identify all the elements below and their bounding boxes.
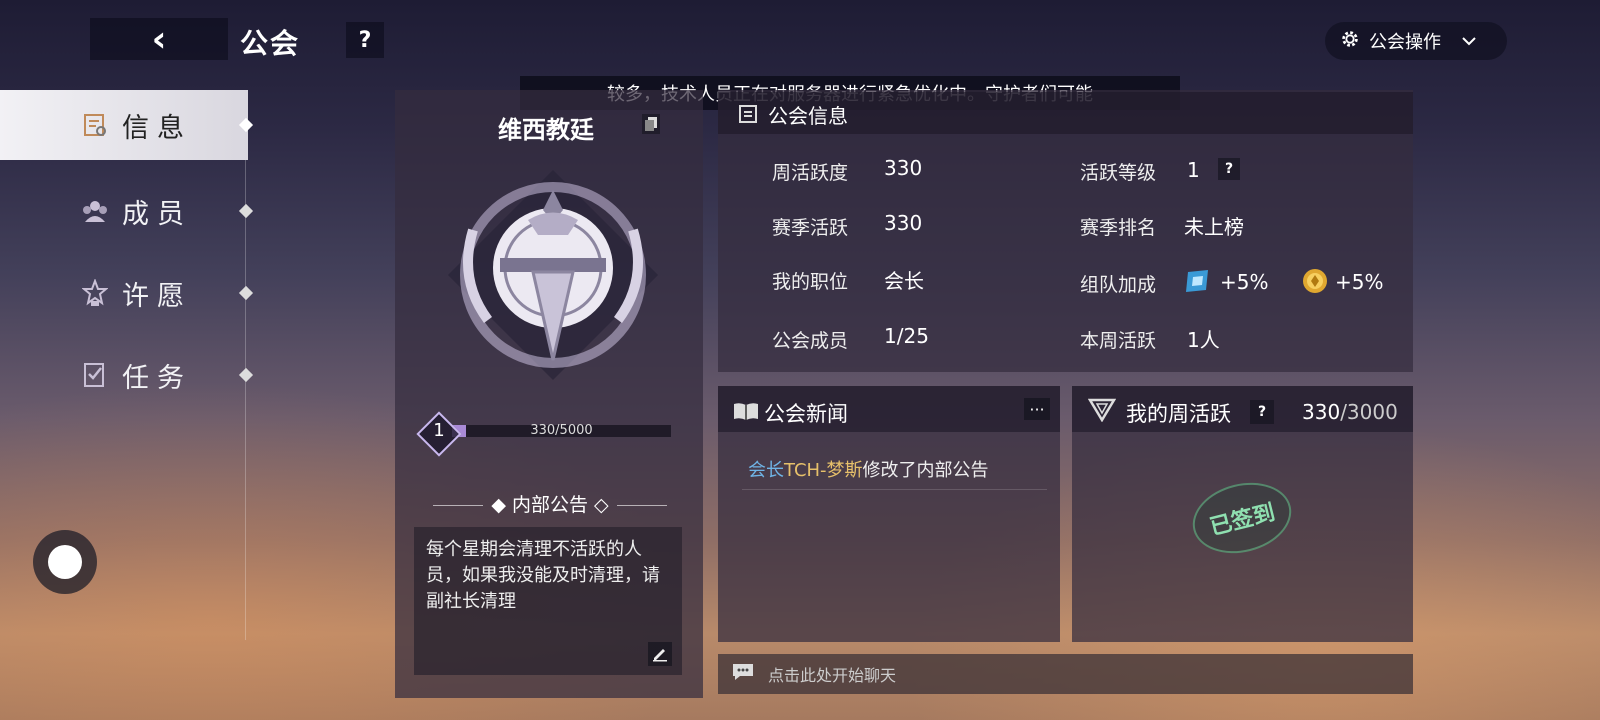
weekly-current: 330 bbox=[1302, 400, 1341, 424]
news-prefix: 会长 bbox=[748, 460, 784, 481]
sidebar-item-label: 信息 bbox=[122, 112, 192, 144]
news-item: 会长TCH-梦斯修改了内部公告 bbox=[748, 456, 989, 482]
chat-placeholder: 点击此处开始聊天 bbox=[768, 666, 897, 685]
chevron-left-icon: ‹ bbox=[151, 18, 167, 60]
news-user[interactable]: TCH-梦斯 bbox=[784, 460, 863, 481]
task-icon bbox=[80, 360, 110, 390]
sidebar-item-task[interactable]: 任务 bbox=[0, 340, 248, 410]
edit-icon[interactable] bbox=[648, 642, 672, 666]
news-more-button[interactable]: ··· bbox=[1024, 398, 1050, 420]
chat-bubble-icon bbox=[732, 663, 754, 685]
wish-icon bbox=[80, 278, 110, 308]
weekly-help-button[interactable]: ? bbox=[1250, 400, 1274, 424]
info-icon bbox=[80, 110, 110, 140]
chevron-down-icon bbox=[1461, 31, 1477, 52]
members-label: 公会成员 bbox=[772, 330, 849, 352]
page-title: 公会 bbox=[240, 27, 301, 60]
guild-news-title: 公会新闻 bbox=[764, 402, 848, 426]
guild-name: 维西教廷 bbox=[498, 116, 594, 144]
guild-level: 1 bbox=[433, 420, 445, 441]
weekly-total: /3000 bbox=[1340, 400, 1398, 424]
gear-icon bbox=[1339, 28, 1361, 55]
coin-bonus-icon bbox=[1302, 268, 1328, 298]
notice-title: ◆ 内部公告 ◇ bbox=[405, 490, 695, 517]
sidebar-item-wish[interactable]: 许愿 bbox=[0, 258, 248, 328]
news-divider bbox=[742, 489, 1047, 490]
copy-icon[interactable] bbox=[642, 114, 660, 134]
activity-level-value: 1 bbox=[1187, 158, 1200, 182]
news-action: 修改了内部公告 bbox=[862, 460, 989, 481]
weekly-active-label: 本周活跃 bbox=[1080, 330, 1157, 352]
back-button[interactable]: ‹ bbox=[90, 18, 228, 60]
weekly-activity-title: 我的周活跃 bbox=[1126, 402, 1231, 426]
weekly-active-value: 1人 bbox=[1187, 328, 1220, 352]
team-bonus-label: 组队加成 bbox=[1080, 274, 1157, 296]
notice-title-text: 内部公告 bbox=[511, 494, 588, 516]
sidebar-item-label: 许愿 bbox=[122, 280, 192, 312]
position-value: 会长 bbox=[884, 269, 924, 293]
notice-text: 每个星期会清理不活跃的人员，如果我没能及时清理，请副社长清理 bbox=[414, 527, 682, 675]
weekly-activity-value: 330 bbox=[884, 156, 923, 180]
season-rank-label: 赛季排名 bbox=[1080, 217, 1157, 239]
season-activity-label: 赛季活跃 bbox=[772, 217, 849, 239]
activity-level-help-button[interactable]: ? bbox=[1218, 158, 1240, 180]
guild-exp-text: 330/5000 bbox=[530, 423, 593, 438]
floating-assist-button[interactable] bbox=[33, 530, 97, 594]
document-icon bbox=[738, 104, 758, 128]
members-value: 1/25 bbox=[884, 324, 929, 348]
guild-info-title: 公会信息 bbox=[768, 104, 848, 128]
chat-input-bar[interactable]: 点击此处开始聊天 bbox=[718, 654, 1413, 694]
coin-bonus-value: +5% bbox=[1335, 270, 1384, 294]
exp-bonus-value: +5% bbox=[1220, 270, 1269, 294]
weekly-activity-value: 330/3000 bbox=[1302, 400, 1398, 424]
season-rank-value: 未上榜 bbox=[1184, 215, 1244, 239]
triangle-emblem-icon bbox=[1087, 398, 1117, 426]
sidebar-item-label: 成员 bbox=[122, 198, 192, 230]
weekly-activity-label: 周活跃度 bbox=[772, 162, 849, 184]
sidebar-item-label: 任务 bbox=[122, 362, 192, 394]
guild-operations-label: 公会操作 bbox=[1369, 32, 1441, 53]
position-label: 我的职位 bbox=[772, 271, 849, 293]
activity-level-label: 活跃等级 bbox=[1080, 162, 1157, 184]
stamp-text: 已签到 bbox=[1207, 500, 1278, 541]
members-icon bbox=[80, 196, 110, 226]
season-activity-value: 330 bbox=[884, 211, 923, 235]
help-button[interactable]: ? bbox=[346, 22, 384, 58]
guild-emblem-icon bbox=[428, 150, 678, 400]
exp-bonus-icon bbox=[1184, 268, 1212, 298]
sidebar-item-members[interactable]: 成员 bbox=[0, 176, 248, 246]
guild-operations-button[interactable]: 公会操作 bbox=[1325, 22, 1507, 60]
book-icon bbox=[733, 401, 759, 425]
sidebar-item-info[interactable]: 信息 bbox=[0, 90, 248, 160]
